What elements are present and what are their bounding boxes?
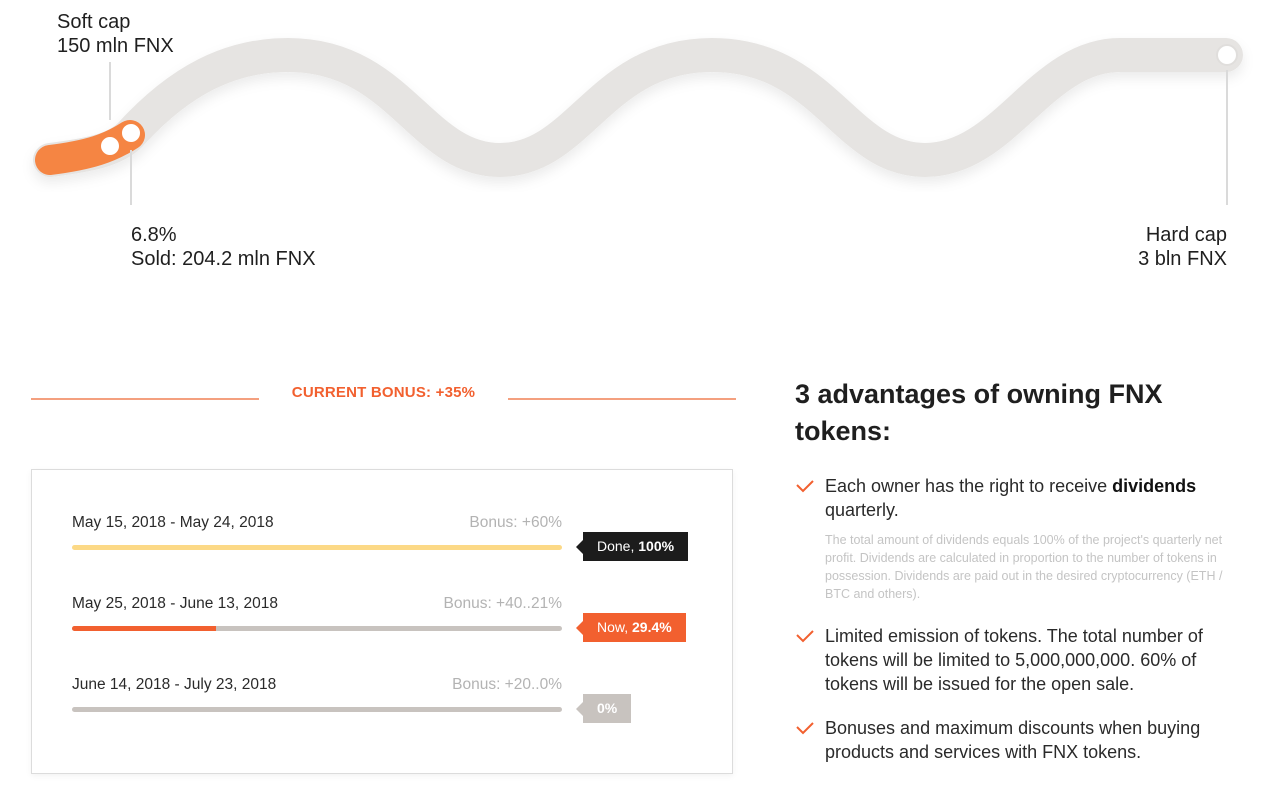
stage-progress-track	[72, 707, 562, 712]
advantage-item: Each owner has the right to receive divi…	[795, 474, 1245, 603]
hardcap-marker	[1216, 44, 1238, 66]
page: Soft cap 150 mln FNX 6.8% Sold: 204.2 ml…	[0, 0, 1273, 807]
advantage-item: Bonuses and maximum discounts when buyin…	[795, 716, 1245, 764]
advantage-note: The total amount of dividends equals 100…	[825, 533, 1223, 601]
badge-value: 100%	[638, 538, 675, 554]
hardcap-label: Hard cap 3 bln FNX	[1138, 223, 1227, 271]
sold-amount: Sold: 204.2 mln FNX	[131, 248, 316, 270]
stage-bonus: Bonus: +20..0%	[452, 676, 562, 693]
softcap-label: Soft cap 150 mln FNX	[57, 10, 174, 58]
advantage-text: Each owner has the right to receive divi…	[825, 474, 1245, 522]
checkmark-icon	[796, 480, 814, 493]
hardcap-title: Hard cap	[1145, 224, 1227, 246]
badge-prefix: Done,	[597, 538, 635, 554]
checkmark-icon	[796, 630, 814, 643]
current-bonus-header: CURRENT BONUS: +35%	[31, 384, 736, 408]
stage-dates: May 25, 2018 - June 13, 2018	[72, 595, 278, 612]
hardcap-value: 3 bln FNX	[1138, 248, 1227, 270]
badge-prefix: Now,	[597, 619, 629, 635]
stage-row: June 14, 2018 - July 23, 2018 Bonus: +20…	[72, 676, 692, 736]
wave-track	[33, 37, 1243, 178]
stage-dates: May 15, 2018 - May 24, 2018	[72, 514, 274, 531]
stage-progress-fill	[72, 545, 562, 550]
advantage-text: Limited emission of tokens. The total nu…	[825, 626, 1203, 694]
stage-status-badge: 0%	[575, 694, 632, 723]
stage-status-badge: Done, 100%	[575, 532, 689, 561]
stage-row: May 15, 2018 - May 24, 2018 Bonus: +60% …	[72, 514, 692, 574]
sold-percent: 6.8%	[131, 224, 177, 246]
stage-progress-track	[72, 545, 562, 550]
stage-bonus: Bonus: +40..21%	[443, 595, 563, 612]
badge-value: 0%	[597, 700, 618, 716]
stage-row: May 25, 2018 - June 13, 2018 Bonus: +40.…	[72, 595, 692, 655]
advantage-text: Bonuses and maximum discounts when buyin…	[825, 718, 1201, 762]
sold-label: 6.8% Sold: 204.2 mln FNX	[131, 223, 316, 271]
advantages-title: 3 advantages of owning FNX tokens:	[795, 379, 1163, 446]
softcap-marker	[99, 135, 121, 157]
token-sale-progress-wave	[33, 37, 1243, 205]
stage-progress-fill	[72, 626, 217, 631]
stage-status-badge: Now, 29.4%	[576, 613, 686, 642]
stage-dates: June 14, 2018 - July 23, 2018	[72, 676, 277, 693]
softcap-title: Soft cap	[57, 11, 131, 33]
advantage-text-start: Each owner has the right to receive	[825, 476, 1113, 496]
badge-value: 29.4%	[632, 619, 672, 635]
sold-marker	[120, 122, 142, 144]
checkmark-icon	[796, 722, 814, 735]
stage-bonus: Bonus: +60%	[469, 514, 562, 531]
divider-right	[508, 398, 736, 400]
bonus-stages-card: May 15, 2018 - May 24, 2018 Bonus: +60% …	[31, 469, 733, 774]
advantage-item: Limited emission of tokens. The total nu…	[795, 624, 1245, 696]
stage-progress-track	[72, 626, 562, 631]
advantage-text-end: quarterly.	[825, 500, 899, 520]
advantage-text-bold: dividends	[1112, 476, 1197, 496]
softcap-value: 150 mln FNX	[57, 35, 174, 57]
